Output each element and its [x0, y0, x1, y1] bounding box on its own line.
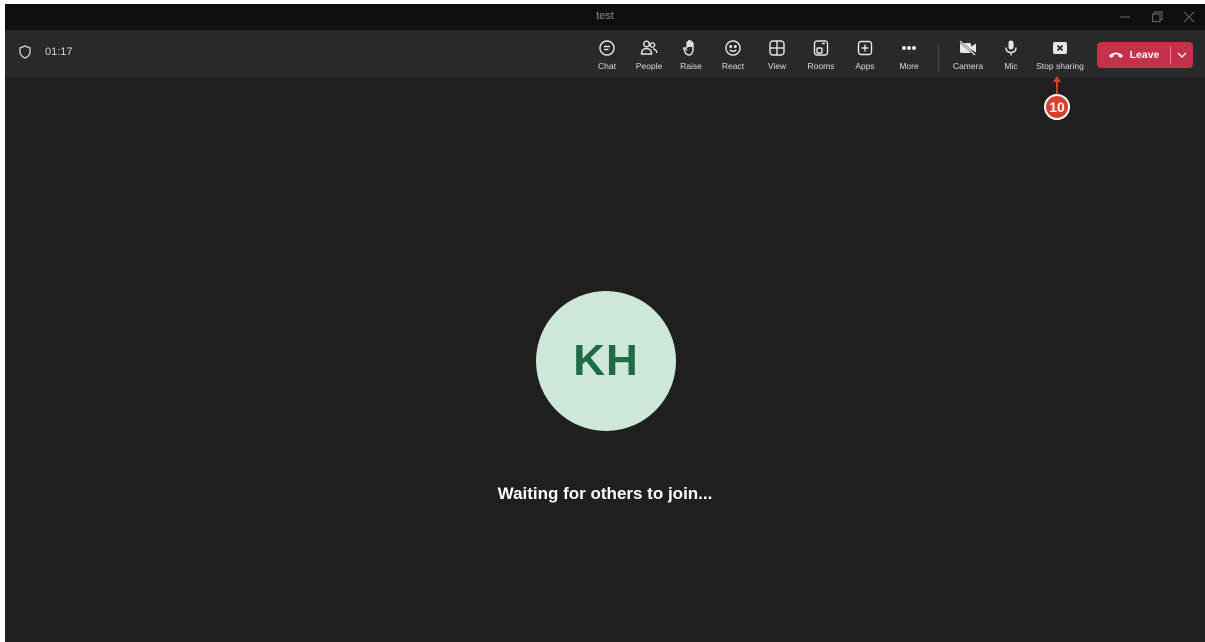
- more-label: More: [899, 61, 919, 71]
- apps-label: Apps: [855, 61, 875, 71]
- close-icon: [1183, 11, 1195, 23]
- shield-icon: [19, 45, 31, 59]
- react-button[interactable]: React: [713, 38, 753, 74]
- waiting-message: Waiting for others to join...: [497, 484, 713, 503]
- chat-label: Chat: [598, 61, 616, 71]
- leave-options-button[interactable]: [1171, 42, 1193, 68]
- stop-sharing-label: Stop sharing: [1036, 61, 1084, 71]
- title-bar: test: [5, 4, 1205, 30]
- raise-label: Raise: [680, 61, 702, 71]
- meeting-stage: KH Waiting for others to join...: [5, 78, 1205, 642]
- leave-button-group: Leave: [1097, 42, 1193, 68]
- stop-share-icon: [1053, 42, 1067, 54]
- react-label: React: [721, 61, 745, 71]
- restore-button[interactable]: [1141, 4, 1173, 30]
- microphone-icon: [1005, 40, 1017, 56]
- camera-off-icon: [959, 40, 976, 56]
- meeting-timer: 01:17: [45, 46, 73, 58]
- grid-view-icon: [769, 40, 785, 56]
- people-label: People: [635, 61, 663, 71]
- breakout-rooms-icon: [813, 40, 829, 56]
- meeting-info: 01:17: [19, 45, 73, 59]
- minimize-icon: [1120, 16, 1130, 18]
- add-app-icon: [857, 40, 873, 56]
- mic-button[interactable]: Mic: [991, 38, 1031, 74]
- raise-hand-button[interactable]: Raise: [671, 38, 711, 74]
- window-title: test: [596, 10, 614, 22]
- camera-button[interactable]: Camera: [948, 38, 988, 74]
- meeting-toolbar: 01:17 Chat People Raise React View Rooms: [5, 30, 1205, 78]
- raise-hand-icon: [683, 40, 694, 56]
- hang-up-icon: [1108, 52, 1123, 58]
- rooms-button[interactable]: Rooms: [801, 38, 841, 74]
- mic-label: Mic: [1004, 61, 1018, 71]
- leave-label: Leave: [1129, 49, 1160, 61]
- leave-button[interactable]: Leave: [1097, 42, 1170, 68]
- apps-button[interactable]: Apps: [845, 38, 885, 74]
- rooms-label: Rooms: [807, 61, 835, 71]
- chat-button[interactable]: Chat: [587, 38, 627, 74]
- restore-icon: [1151, 11, 1163, 23]
- camera-label: Camera: [952, 61, 984, 71]
- more-dots-icon: [902, 45, 916, 50]
- toolbar-divider: [938, 44, 939, 72]
- stop-sharing-button[interactable]: Stop sharing: [1036, 38, 1084, 74]
- minimize-button[interactable]: [1109, 4, 1141, 30]
- people-button[interactable]: People: [629, 38, 669, 74]
- close-button[interactable]: [1173, 4, 1205, 30]
- view-label: View: [767, 61, 787, 71]
- more-button[interactable]: More: [889, 38, 929, 74]
- window-controls: [1109, 4, 1205, 30]
- chat-icon: [599, 40, 615, 56]
- chevron-down-icon: [1177, 52, 1187, 58]
- people-icon: [640, 40, 658, 55]
- teams-meeting-window: test 01:17 Chat People Raise React View …: [5, 4, 1205, 642]
- view-button[interactable]: View: [757, 38, 797, 74]
- avatar: KH: [536, 291, 676, 431]
- smiley-icon: [725, 40, 741, 56]
